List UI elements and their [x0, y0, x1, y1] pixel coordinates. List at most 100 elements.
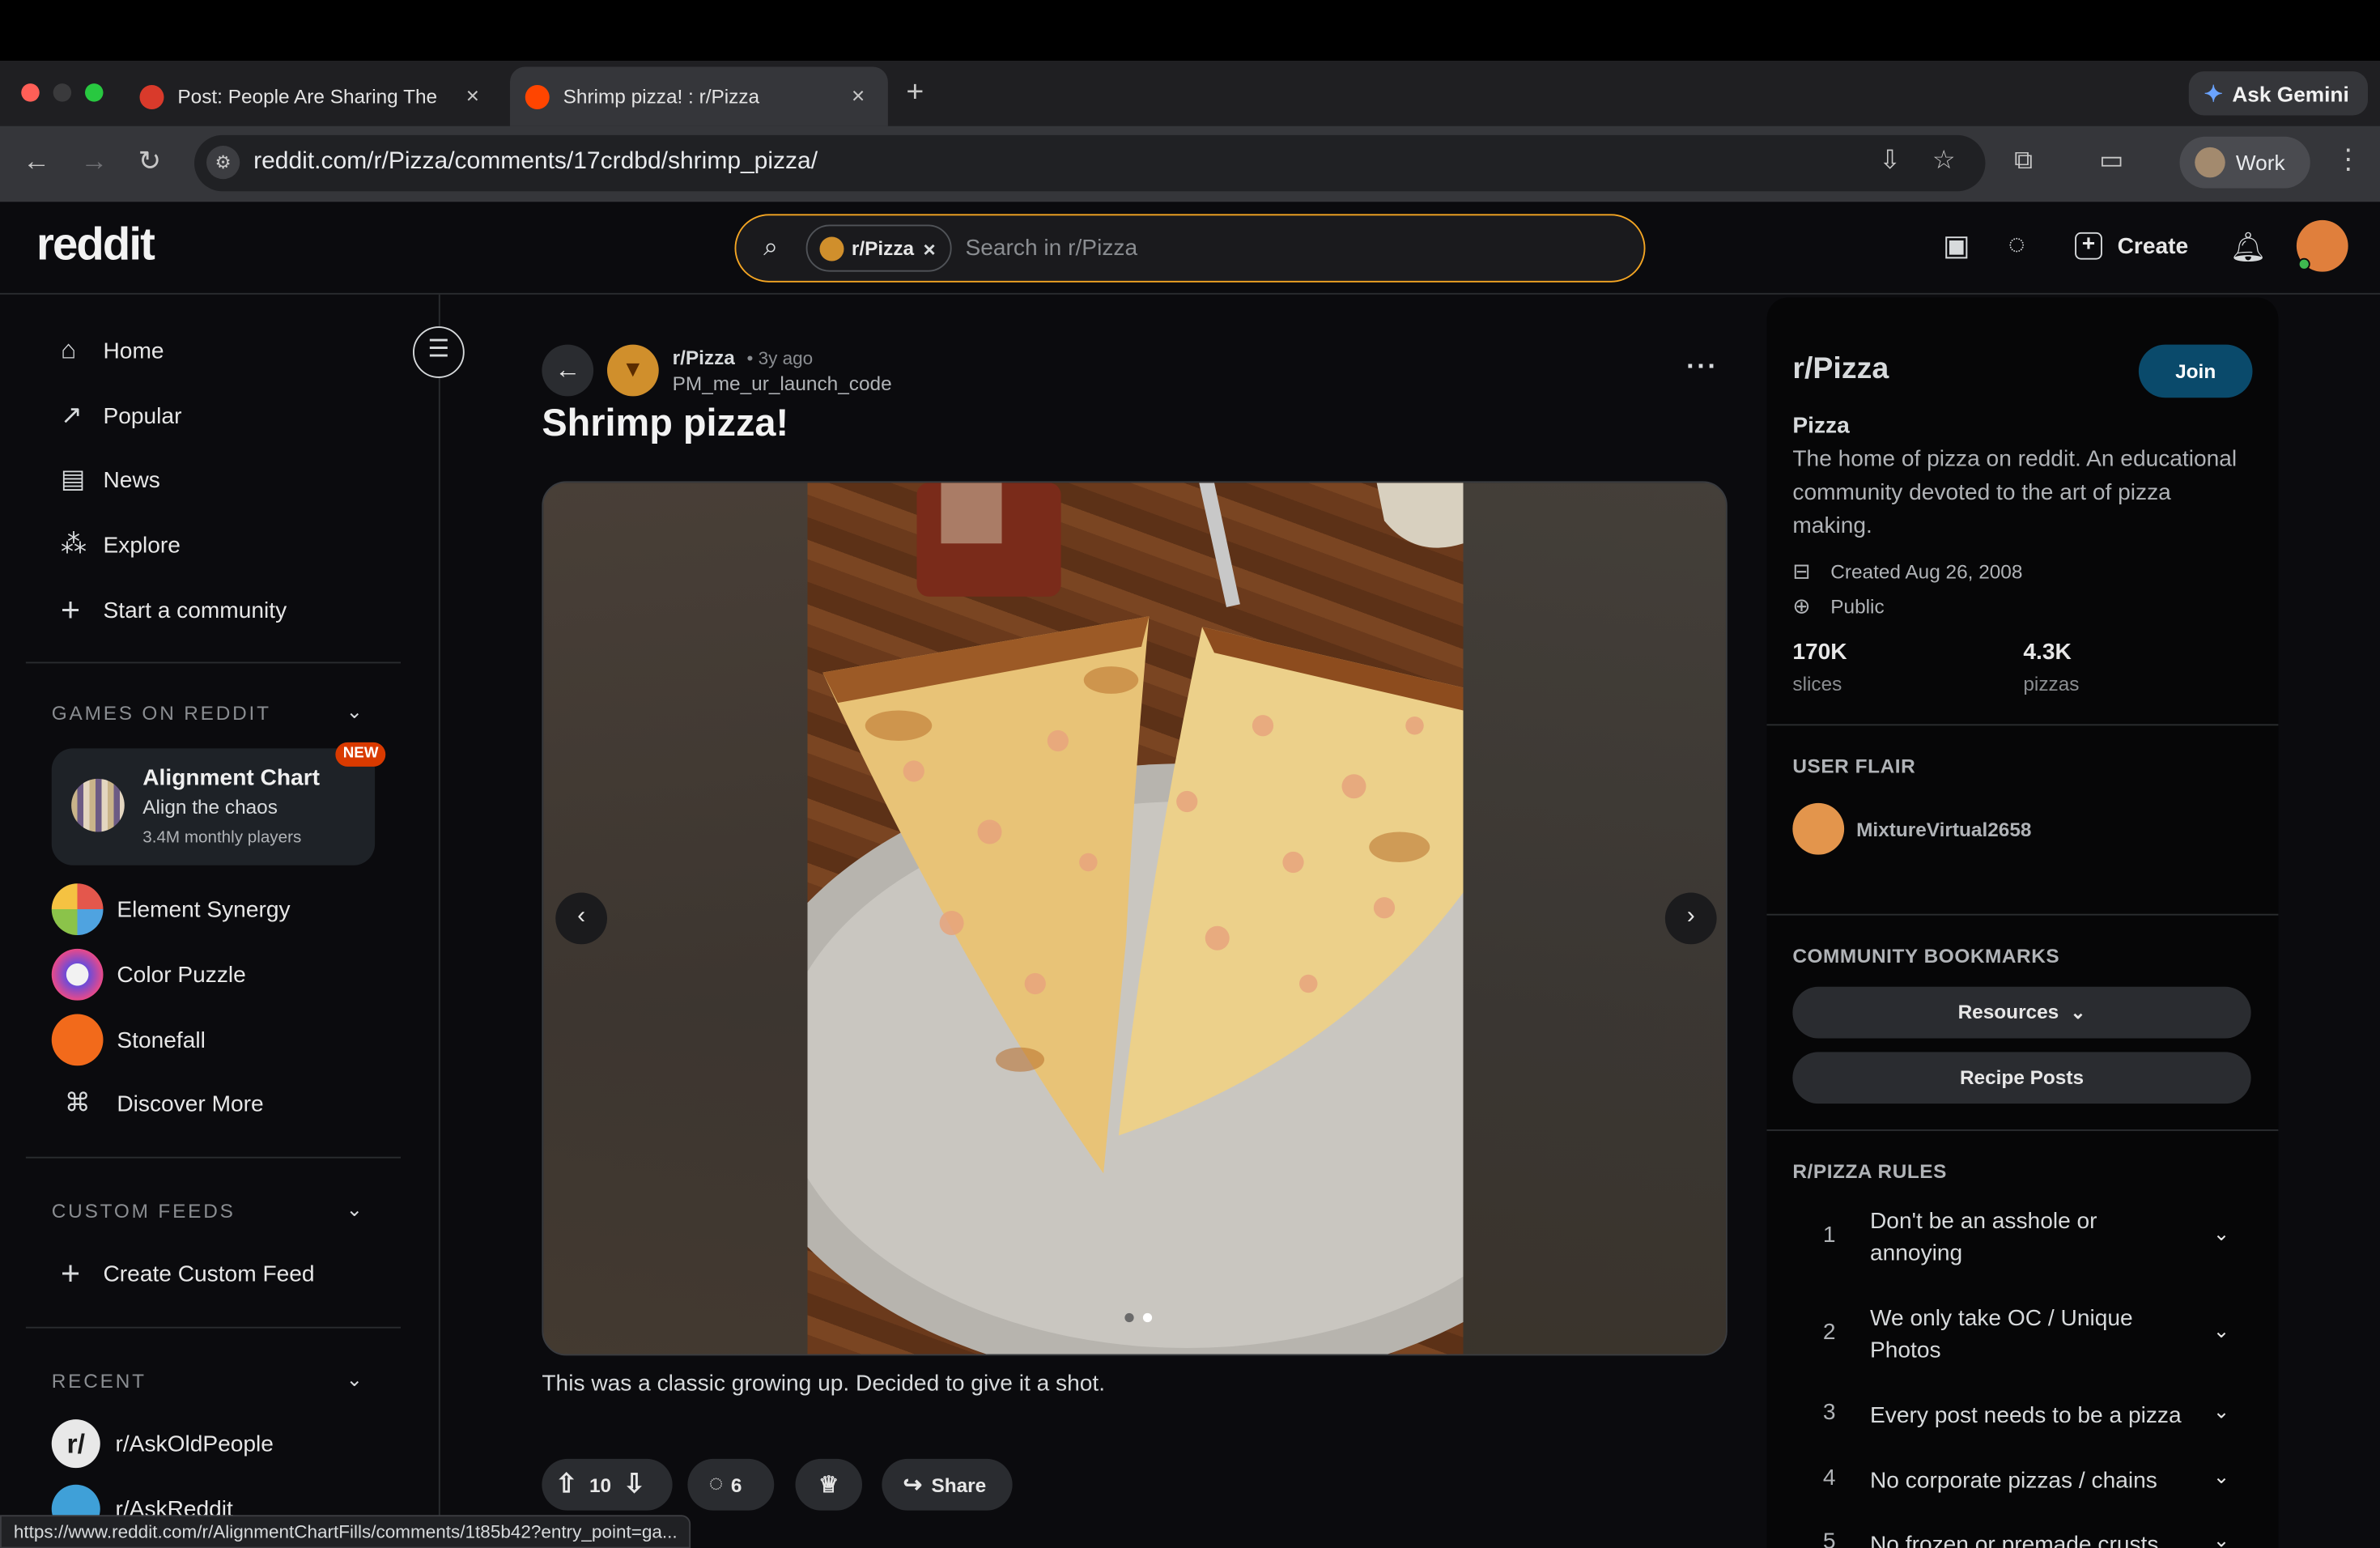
reload-icon[interactable]: ↻ — [138, 146, 161, 177]
game-element-synergy[interactable]: Element Synergy — [51, 882, 291, 937]
browser-menu-icon[interactable]: ⋮ — [2335, 144, 2362, 176]
downvote-icon[interactable]: ⇩ — [623, 1469, 645, 1500]
upvote-icon[interactable]: ⇧ — [555, 1469, 577, 1500]
flair-username[interactable]: MixtureVirtual2658 — [1856, 819, 2031, 841]
chevron-down-icon[interactable]: ⌄ — [346, 1367, 363, 1392]
new-tab-button[interactable]: + — [906, 76, 924, 111]
close-window-button[interactable] — [21, 83, 40, 102]
close-tab-icon[interactable]: × — [466, 83, 479, 109]
rule-text: Don't be an asshole or annoying — [1870, 1208, 2097, 1266]
rule-item[interactable]: 5 No frozen or premade crusts ⌄ — [1792, 1529, 2250, 1548]
chevron-down-icon[interactable]: ⌄ — [2213, 1400, 2229, 1424]
profile-button[interactable]: Work — [2179, 136, 2310, 189]
install-app-icon[interactable]: ⇩ — [1879, 146, 1901, 176]
back-arrow-icon[interactable]: ← — [23, 146, 50, 177]
nav-label: Popular — [103, 402, 182, 429]
pizza-illustration — [807, 483, 1464, 1354]
post-title: Shrimp pizza! — [542, 402, 789, 445]
create-post-button[interactable]: + Create — [2075, 232, 2188, 260]
reddit-favicon-icon — [525, 84, 550, 109]
sidebar-divider — [1766, 724, 2279, 726]
rule-item[interactable]: 4 No corporate pizzas / chains ⌄ — [1792, 1465, 2250, 1501]
members-count: 170K — [1792, 639, 1847, 666]
gallery-dot[interactable] — [1124, 1312, 1134, 1323]
chat-icon[interactable]: ◌ — [2008, 229, 2025, 262]
forward-arrow-icon[interactable]: → — [80, 146, 108, 177]
chevron-down-icon[interactable]: ⌄ — [2213, 1529, 2229, 1548]
community-name[interactable]: r/Pizza — [1792, 352, 1889, 387]
address-bar[interactable]: ⚙ reddit.com/r/Pizza/comments/17crdbd/sh… — [194, 134, 1986, 192]
nav-popular[interactable]: ↗ Popular — [52, 389, 182, 444]
nav-explore[interactable]: ⁂ Explore — [52, 517, 181, 572]
game-label: Element Synergy — [117, 896, 291, 923]
reddit-logo[interactable]: reddit — [36, 220, 155, 272]
custom-feeds-header[interactable]: CUSTOM FEEDS — [52, 1199, 236, 1222]
nav-news[interactable]: ▤ News — [52, 453, 160, 508]
bookmark-star-icon[interactable]: ☆ — [1932, 146, 1956, 176]
advertise-icon[interactable]: ▣ — [1943, 229, 1970, 264]
award-button[interactable]: ♕ — [795, 1458, 862, 1511]
chevron-down-icon[interactable]: ⌄ — [346, 1197, 363, 1222]
image-gallery[interactable]: ‹ › — [542, 481, 1728, 1356]
join-button[interactable]: Join — [2138, 344, 2253, 398]
reading-mode-icon[interactable]: ▭ — [2099, 146, 2123, 176]
search-input[interactable]: Search in r/Pizza — [966, 236, 1138, 262]
gallery-dot[interactable] — [1142, 1312, 1153, 1323]
extensions-puzzle-icon[interactable]: ⧉ — [2014, 146, 2033, 176]
games-section-header[interactable]: GAMES ON REDDIT — [52, 701, 271, 724]
more-options-icon[interactable]: ··· — [1686, 351, 1718, 382]
recent-header[interactable]: RECENT — [52, 1369, 147, 1392]
game-color-puzzle[interactable]: Color Puzzle — [51, 947, 246, 1002]
rule-number: 5 — [1822, 1529, 1836, 1548]
comment-count: 6 — [730, 1473, 742, 1496]
nav-home[interactable]: ⌂ Home — [52, 323, 164, 378]
game-stonefall[interactable]: Stonefall — [51, 1013, 206, 1068]
tab-title: Post: People Are Sharing The — [177, 85, 438, 108]
search-icon: ⌕ — [763, 232, 778, 262]
rule-item[interactable]: 1 Don't be an asshole or annoying ⌄ — [1792, 1206, 2250, 1273]
chip-label: r/Pizza — [851, 236, 915, 260]
post-author[interactable]: PM_me_ur_launch_code — [673, 372, 892, 394]
subreddit-link[interactable]: r/Pizza — [673, 347, 735, 369]
recipe-posts-button[interactable]: Recipe Posts — [1792, 1052, 2251, 1104]
ask-gemini-button[interactable]: ✦ Ask Gemini — [2188, 71, 2368, 116]
user-avatar[interactable] — [2296, 219, 2348, 272]
sidebar-divider — [25, 661, 401, 664]
close-tab-icon[interactable]: × — [852, 83, 865, 109]
collapse-sidebar-icon[interactable]: ☰ — [413, 326, 465, 378]
chevron-down-icon[interactable]: ⌄ — [2213, 1222, 2229, 1246]
subreddit-search-chip[interactable]: r/Pizza × — [805, 224, 952, 272]
recent-askoldpeople[interactable]: r/r/AskOldPeople — [51, 1416, 274, 1471]
resources-dropdown[interactable]: Resources ⌄ — [1792, 986, 2251, 1039]
pizza-subreddit-avatar[interactable]: ▼ — [607, 344, 659, 397]
game-players: 3.4M monthly players — [142, 828, 302, 848]
share-button[interactable]: ↪ Share — [882, 1458, 1013, 1511]
back-button[interactable]: ← — [542, 344, 594, 397]
notifications-bell-icon[interactable]: 🔔︎ — [2229, 229, 2266, 266]
gallery-previous-button[interactable]: ‹ — [555, 892, 607, 945]
site-settings-icon[interactable]: ⚙ — [206, 146, 240, 180]
remove-chip-icon[interactable]: × — [923, 236, 935, 261]
rule-item[interactable]: 3 Every post needs to be a pizza ⌄ — [1792, 1400, 2250, 1436]
chevron-down-icon[interactable]: ⌄ — [346, 700, 363, 724]
search-bar[interactable]: ⌕ r/Pizza × Search in r/Pizza — [734, 214, 1646, 283]
rule-item[interactable]: 2 We only take OC / Unique Photos ⌄ — [1792, 1303, 2250, 1370]
chevron-down-icon[interactable]: ⌄ — [2213, 1465, 2229, 1489]
rule-number: 3 — [1822, 1399, 1836, 1426]
share-icon: ↪ — [903, 1472, 923, 1499]
gallery-next-button[interactable]: › — [1664, 892, 1717, 945]
tab-shrimp-pizza[interactable]: Shrimp pizza! : r/Pizza × — [510, 66, 888, 126]
chevron-down-icon[interactable]: ⌄ — [2213, 1319, 2229, 1343]
minimize-window-button[interactable] — [53, 83, 72, 102]
tab-post-people-sharing[interactable]: Post: People Are Sharing The × — [128, 67, 504, 126]
create-custom-feed[interactable]: + Create Custom Feed — [52, 1246, 315, 1301]
nav-label: Home — [103, 338, 164, 364]
nav-label: Explore — [103, 532, 181, 559]
comments-button[interactable]: ◌ 6 — [687, 1458, 775, 1511]
game-discover-more[interactable]: ⌘ Discover More — [52, 1076, 264, 1131]
featured-game-card[interactable]: Alignment Chart Align the chaos 3.4M mon… — [51, 748, 376, 865]
url-text[interactable]: reddit.com/r/Pizza/comments/17crdbd/shri… — [253, 149, 818, 176]
rule-number: 1 — [1822, 1222, 1836, 1248]
maximize-window-button[interactable] — [85, 83, 104, 102]
nav-start-community[interactable]: + Start a community — [52, 583, 287, 638]
